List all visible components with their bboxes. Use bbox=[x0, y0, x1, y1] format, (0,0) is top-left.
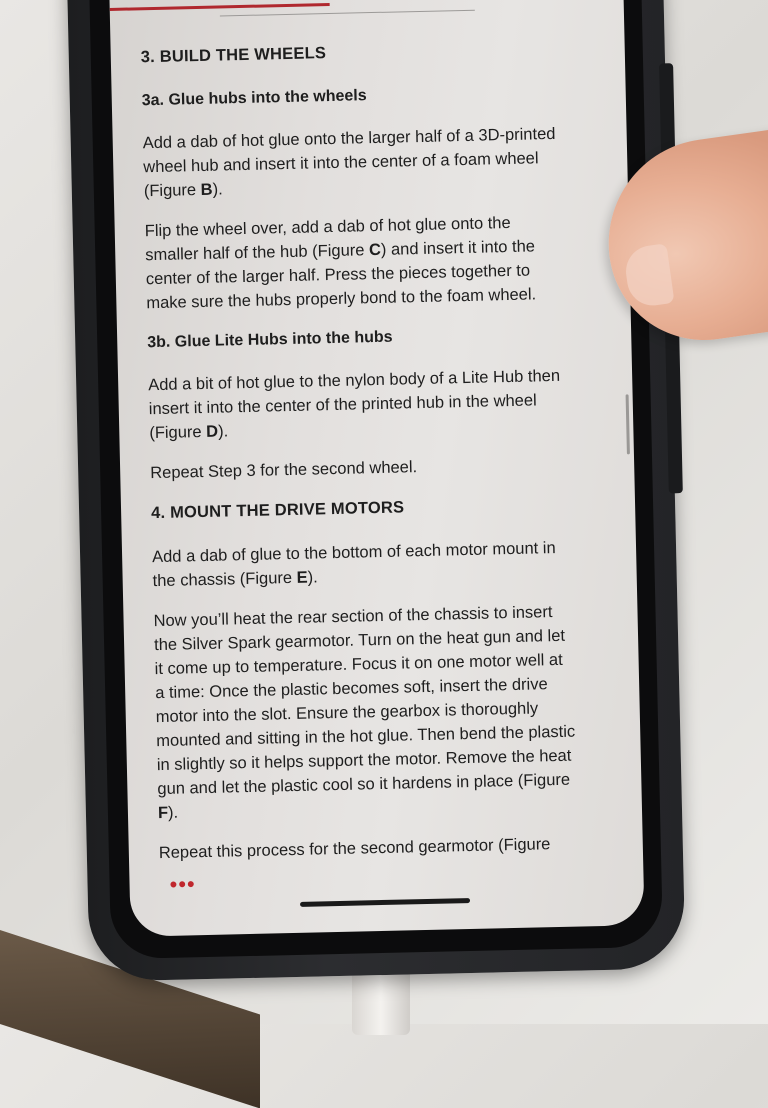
step4-heading: 4. MOUNT THE DRIVE MOTORS bbox=[150, 498, 405, 523]
step3a-heading: 3a. Glue hubs into the wheels bbox=[141, 87, 367, 110]
phone-case: 3. BUILD THE WHEELS 3a. Glue hubs into t… bbox=[66, 0, 686, 982]
phone-screen: 3. BUILD THE WHEELS 3a. Glue hubs into t… bbox=[108, 0, 645, 937]
paragraph: Add a dab of hot glue onto the larger ha… bbox=[142, 124, 556, 201]
accent-divider bbox=[109, 2, 330, 11]
paragraph: Now you’ll heat the rear section of the … bbox=[153, 603, 576, 823]
article-body: 3. BUILD THE WHEELS 3a. Glue hubs into t… bbox=[141, 36, 580, 881]
fingernail bbox=[622, 243, 675, 309]
figure-ref: E bbox=[296, 568, 308, 587]
paragraph-cut: Repeat this process for the second gearm… bbox=[158, 835, 551, 863]
home-indicator[interactable] bbox=[300, 898, 471, 907]
paragraph: Flip the wheel over, add a dab of hot gl… bbox=[144, 213, 537, 313]
scroll-indicator[interactable] bbox=[625, 394, 630, 455]
divider-line bbox=[219, 9, 475, 17]
phone-bezel: 3. BUILD THE WHEELS 3a. Glue hubs into t… bbox=[88, 0, 664, 960]
step3b-heading: 3b. Glue Lite Hubs into the hubs bbox=[147, 328, 393, 352]
paragraph: Add a bit of hot glue to the nylon body … bbox=[148, 366, 561, 443]
paragraph: Add a dab of glue to the bottom of each … bbox=[151, 538, 556, 591]
figure-ref: F bbox=[157, 803, 169, 823]
more-menu-icon[interactable]: ••• bbox=[169, 871, 196, 897]
step3-heading: 3. BUILD THE WHEELS bbox=[140, 44, 327, 67]
figure-ref: C bbox=[368, 240, 382, 260]
figure-ref: B bbox=[200, 180, 213, 199]
figure-ref: D bbox=[205, 422, 219, 441]
paragraph: Repeat Step 3 for the second wheel. bbox=[150, 458, 418, 483]
